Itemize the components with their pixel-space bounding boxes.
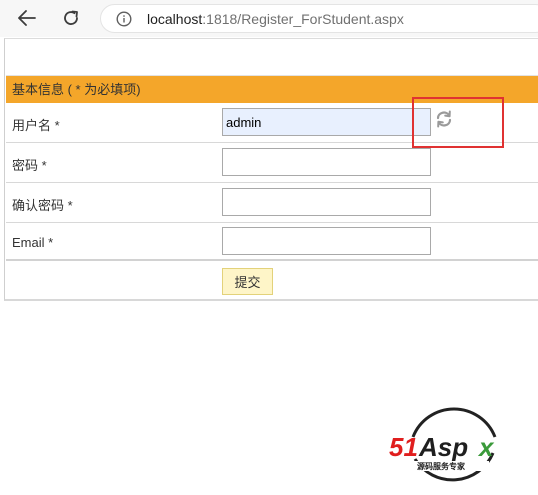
email-label: Email * xyxy=(12,235,54,250)
register-form: 基本信息 ( * 为必填项) 用户名 * 密码 * 确认密码 * Email *… xyxy=(4,38,538,301)
submit-button[interactable]: 提交 xyxy=(222,268,273,295)
url-host: localhost xyxy=(147,10,203,27)
back-button[interactable] xyxy=(13,5,41,31)
submit-row: 提交 xyxy=(6,262,538,300)
info-icon[interactable] xyxy=(116,10,132,27)
username-input[interactable] xyxy=(222,108,431,136)
username-label: 用户名 * xyxy=(12,118,60,133)
confirm-password-row: 确认密码 * xyxy=(6,183,538,223)
svg-text:51: 51 xyxy=(389,432,418,462)
reload-button[interactable] xyxy=(57,5,85,31)
address-bar[interactable]: localhost:1818/Register_ForStudent.aspx xyxy=(100,4,538,33)
password-label: 密码 * xyxy=(12,158,47,173)
password-input[interactable] xyxy=(222,148,431,176)
brand-logo: 51 Asp x 源码服务专家 xyxy=(389,407,497,482)
svg-text:x: x xyxy=(477,432,495,462)
browser-toolbar: localhost:1818/Register_ForStudent.aspx xyxy=(0,0,538,37)
email-input[interactable] xyxy=(222,227,431,255)
url-path: :1818/Register_ForStudent.aspx xyxy=(202,10,404,27)
reload-icon xyxy=(64,10,78,25)
url-text: localhost:1818/Register_ForStudent.aspx xyxy=(147,11,404,27)
email-row: Email * xyxy=(6,223,538,261)
svg-text:源码服务专家: 源码服务专家 xyxy=(417,461,466,471)
highlight-box xyxy=(412,97,504,148)
confirm-password-label: 确认密码 * xyxy=(12,198,73,213)
confirm-password-input[interactable] xyxy=(222,188,431,216)
back-arrow-icon xyxy=(18,10,36,26)
password-row: 密码 * xyxy=(6,143,538,183)
svg-text:Asp: Asp xyxy=(418,432,468,462)
